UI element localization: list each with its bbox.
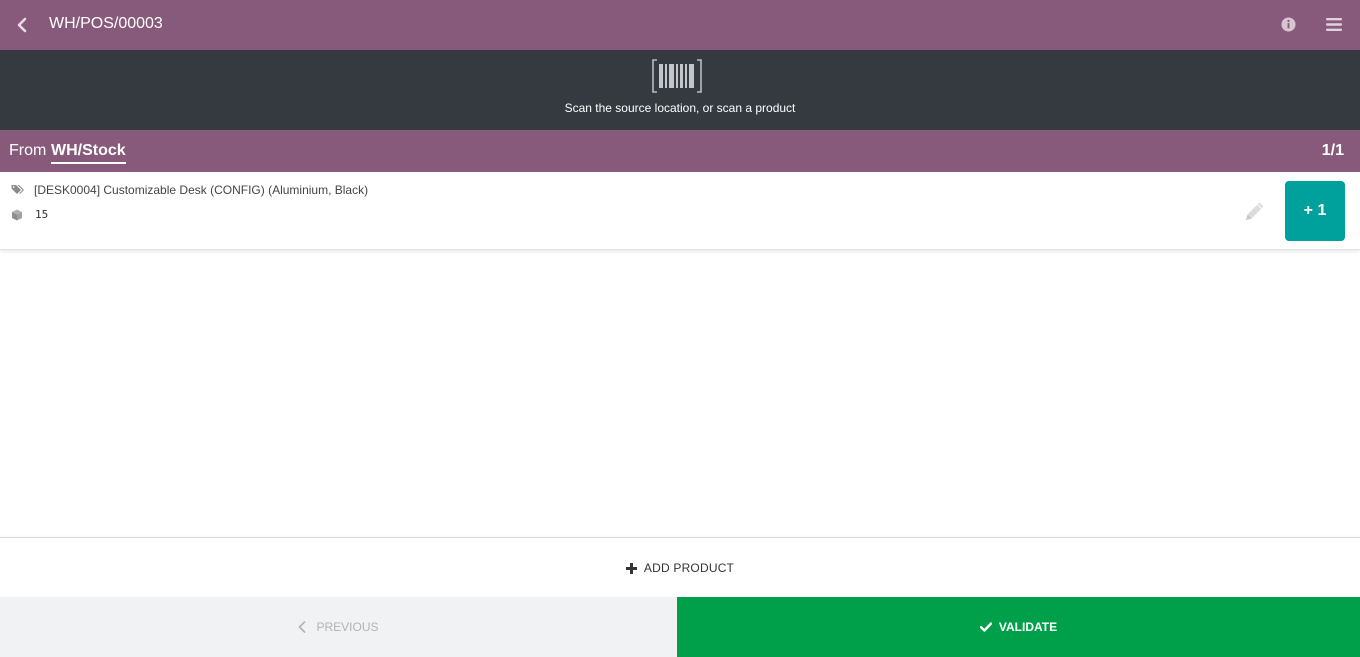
- previous-label: PREVIOUS: [316, 620, 379, 634]
- increment-quantity-button[interactable]: + 1: [1285, 181, 1345, 241]
- info-button[interactable]: [1278, 13, 1298, 35]
- plus-icon: [625, 562, 637, 574]
- chevron-left-icon: [17, 17, 27, 33]
- quantity-value: 15: [35, 208, 49, 221]
- location-bar: From WH/Stock 1/1: [0, 130, 1360, 172]
- source-location-link[interactable]: WH/Stock: [51, 142, 126, 164]
- edit-line-button[interactable]: [1243, 199, 1267, 223]
- top-header: WH/POS/00003: [0, 0, 1360, 50]
- validate-label: VALIDATE: [998, 620, 1058, 634]
- pencil-icon: [1246, 202, 1264, 220]
- menu-button[interactable]: [1323, 13, 1345, 35]
- page-title: WH/POS/00003: [49, 15, 163, 32]
- info-circle-icon: [1280, 16, 1296, 32]
- scan-banner: Scan the source location, or scan a prod…: [0, 50, 1360, 130]
- package-icon: [12, 209, 22, 221]
- validate-button[interactable]: VALIDATE: [677, 597, 1360, 657]
- add-product-button[interactable]: ADD PRODUCT: [0, 538, 1360, 598]
- product-name: [DESK0004] Customizable Desk (CONFIG) (A…: [34, 183, 369, 197]
- barcode-picking-app: WH/POS/00003 Scan the source location, o…: [0, 0, 1360, 657]
- add-product-bar: ADD PRODUCT: [0, 537, 1360, 598]
- scan-instruction: Scan the source location, or scan a prod…: [564, 101, 796, 115]
- previous-button[interactable]: PREVIOUS: [0, 597, 677, 657]
- page-counter: 1/1: [1321, 142, 1344, 159]
- from-label: From: [9, 142, 47, 159]
- tags-icon: [11, 185, 24, 194]
- back-button[interactable]: [8, 11, 36, 39]
- hamburger-menu-icon: [1326, 17, 1342, 31]
- move-line[interactable]: [DESK0004] Customizable Desk (CONFIG) (A…: [0, 172, 1360, 250]
- barcode-icon: [652, 59, 702, 93]
- add-product-label: ADD PRODUCT: [643, 561, 735, 575]
- chevron-left-icon: [299, 621, 306, 633]
- checkmark-icon: [979, 622, 992, 632]
